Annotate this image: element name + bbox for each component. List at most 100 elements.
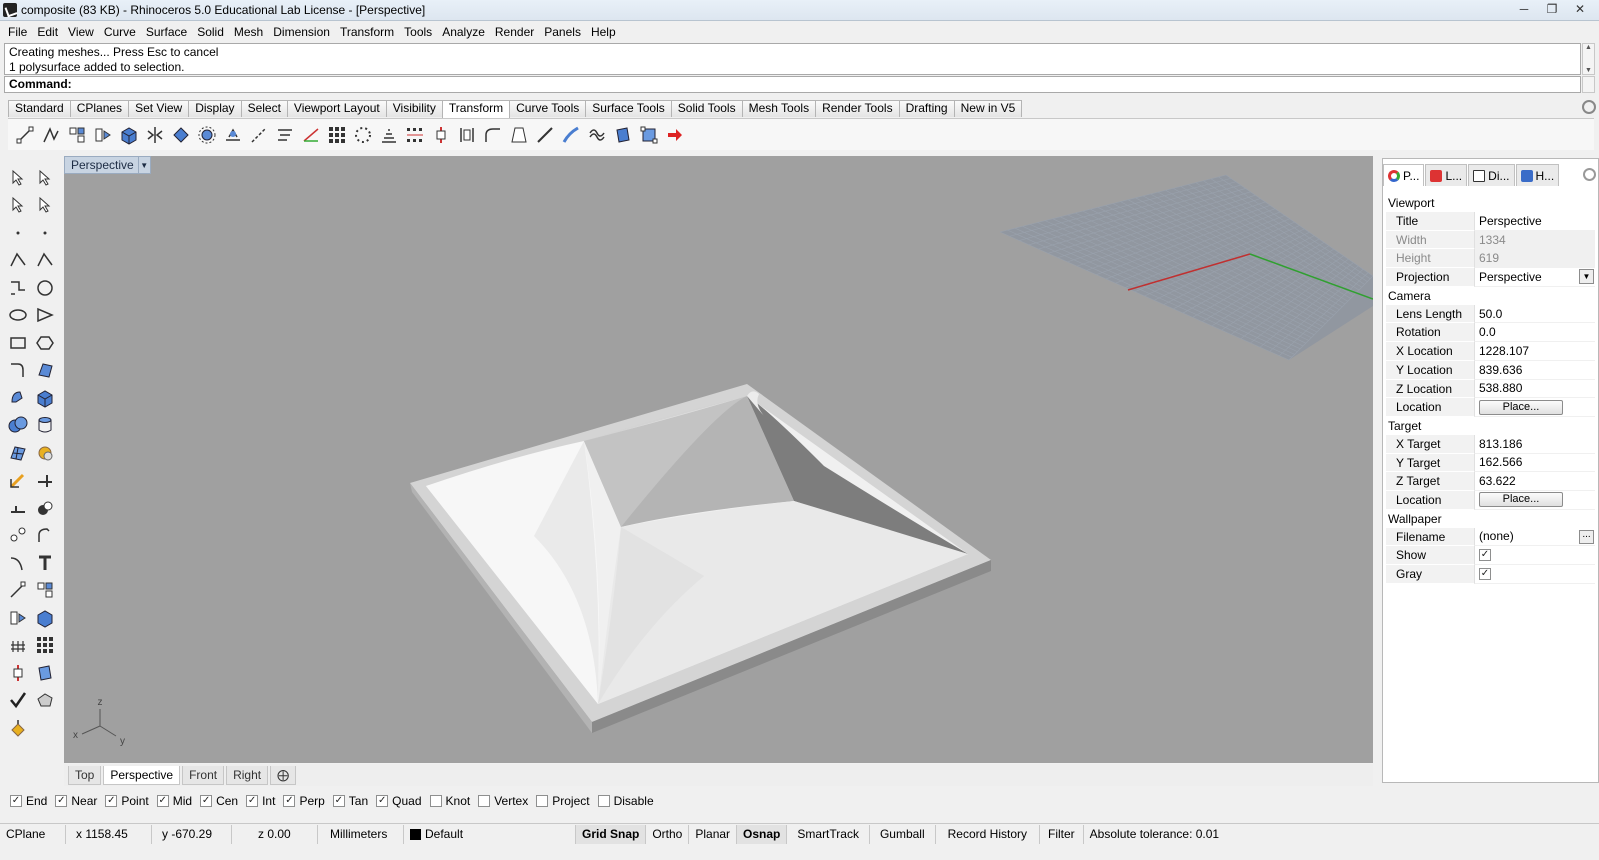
tab-mesh-tools[interactable]: Mesh Tools bbox=[741, 100, 817, 117]
menu-edit[interactable]: Edit bbox=[32, 25, 63, 39]
twist-icon[interactable] bbox=[246, 123, 272, 147]
osnap-end[interactable]: ✓ End bbox=[10, 794, 47, 808]
composite-polysurface[interactable] bbox=[410, 384, 991, 733]
osnap-checkbox[interactable]: ✓ bbox=[246, 795, 259, 807]
show-checkbox[interactable]: ✓ bbox=[1479, 549, 1491, 562]
rhino-app-icon[interactable] bbox=[3, 3, 17, 17]
splop-icon[interactable] bbox=[558, 123, 584, 147]
tab-cplanes[interactable]: CPlanes bbox=[69, 100, 130, 117]
ellipse-icon[interactable] bbox=[4, 302, 31, 330]
units-indicator[interactable]: Millimeters bbox=[318, 824, 404, 844]
tab-display[interactable]: Di... bbox=[1468, 164, 1515, 186]
title-field[interactable]: Perspective bbox=[1474, 212, 1595, 231]
viewport-tab-right[interactable]: Right bbox=[226, 765, 269, 785]
solid-edit-icon[interactable] bbox=[31, 687, 58, 715]
osnap-project[interactable]: Project bbox=[536, 794, 590, 808]
analyze-icon[interactable] bbox=[4, 522, 31, 550]
planar-toggle[interactable]: Planar bbox=[689, 824, 738, 844]
command-history-scrollbar[interactable]: ▲ ▼ bbox=[1582, 43, 1595, 75]
rotation-field[interactable]: 0.0 bbox=[1474, 323, 1595, 343]
y-target-field[interactable]: 162.566 bbox=[1474, 453, 1595, 473]
polyline-icon[interactable] bbox=[4, 247, 31, 275]
maximize-icon[interactable]: ❐ bbox=[1539, 0, 1565, 18]
rotate-tool-icon[interactable] bbox=[4, 604, 31, 632]
osnap-checkbox[interactable]: ✓ bbox=[156, 795, 169, 807]
taper-icon[interactable] bbox=[272, 123, 298, 147]
z-location-field[interactable]: 538.880 bbox=[1474, 379, 1595, 399]
osnap-perp[interactable]: ✓ Perp bbox=[283, 794, 325, 808]
select-window-icon[interactable] bbox=[4, 192, 31, 220]
select-crossing-icon[interactable] bbox=[31, 192, 58, 220]
menu-tools[interactable]: Tools bbox=[399, 25, 437, 39]
x-location-field[interactable]: 1228.107 bbox=[1474, 342, 1595, 361]
select-arrow-icon[interactable] bbox=[4, 164, 31, 192]
array-curve-icon[interactable] bbox=[376, 123, 402, 147]
osnap-toggle[interactable]: Osnap bbox=[737, 824, 788, 844]
tab-drafting[interactable]: Drafting bbox=[898, 100, 955, 117]
panel-gear-icon[interactable] bbox=[1583, 168, 1596, 181]
tab-new-in-v5[interactable]: New in V5 bbox=[953, 100, 1023, 117]
command-prompt-input[interactable]: Command: bbox=[4, 76, 1581, 93]
box-icon[interactable] bbox=[31, 384, 58, 412]
arc-icon[interactable] bbox=[31, 302, 58, 330]
tab-viewport-layout[interactable]: Viewport Layout bbox=[286, 100, 387, 117]
cylinder-icon[interactable] bbox=[31, 412, 58, 440]
osnap-checkbox[interactable] bbox=[597, 795, 610, 807]
tab-curve-tools[interactable]: Curve Tools bbox=[509, 100, 587, 117]
transform-icon[interactable] bbox=[31, 467, 58, 495]
osnap-int[interactable]: ✓ Int bbox=[246, 794, 275, 808]
smash-icon[interactable] bbox=[584, 123, 610, 147]
menu-help[interactable]: Help bbox=[586, 25, 621, 39]
move-icon[interactable] bbox=[12, 123, 38, 147]
menu-analyze[interactable]: Analyze bbox=[437, 25, 490, 39]
move-tool-icon[interactable] bbox=[4, 577, 31, 605]
ortho-toggle[interactable]: Ortho bbox=[646, 824, 690, 844]
bend-icon[interactable] bbox=[480, 123, 506, 147]
dimension-icon[interactable] bbox=[4, 467, 31, 495]
tab-surface-tools[interactable]: Surface Tools bbox=[585, 100, 672, 117]
osnap-checkbox[interactable] bbox=[536, 795, 549, 807]
chevron-down-icon[interactable]: ▼ bbox=[137, 157, 150, 173]
orient-icon[interactable] bbox=[168, 123, 194, 147]
command-line-scrollbar[interactable] bbox=[1582, 76, 1595, 93]
osnap-quad[interactable]: ✓ Quad bbox=[376, 794, 422, 808]
polygon-icon[interactable] bbox=[31, 329, 58, 357]
osnap-cen[interactable]: ✓ Cen bbox=[200, 794, 238, 808]
browse-button[interactable]: ... bbox=[1579, 529, 1594, 544]
viewport-tab-perspective[interactable]: Perspective bbox=[103, 765, 181, 785]
rectangular-array-icon[interactable] bbox=[324, 123, 350, 147]
osnap-mid[interactable]: ✓ Mid bbox=[156, 794, 192, 808]
lens-length-field[interactable]: 50.0 bbox=[1474, 304, 1595, 324]
taper-solid-icon[interactable] bbox=[506, 123, 532, 147]
x-target-field[interactable]: 813.186 bbox=[1474, 434, 1595, 454]
tab-render-tools[interactable]: Render Tools bbox=[815, 100, 900, 117]
toolbar-settings-gear-icon[interactable] bbox=[1582, 100, 1596, 114]
revolve-icon[interactable] bbox=[4, 384, 31, 412]
menu-surface[interactable]: Surface bbox=[141, 25, 192, 39]
menu-transform[interactable]: Transform bbox=[335, 25, 399, 39]
osnap-disable[interactable]: Disable bbox=[597, 794, 654, 808]
render-icon[interactable] bbox=[31, 439, 58, 467]
cage-tool-icon[interactable] bbox=[31, 659, 58, 687]
tab-layers[interactable]: L... bbox=[1425, 164, 1468, 186]
menu-render[interactable]: Render bbox=[490, 25, 539, 39]
gumball-icon[interactable] bbox=[636, 123, 662, 147]
smarttrack-toggle[interactable]: SmartTrack bbox=[787, 824, 870, 844]
surface-from-curves-icon[interactable] bbox=[31, 357, 58, 385]
cplane-indicator[interactable]: CPlane bbox=[0, 824, 66, 844]
filter-toggle[interactable]: Filter bbox=[1040, 824, 1084, 844]
tab-set-view[interactable]: Set View bbox=[128, 100, 190, 117]
menu-panels[interactable]: Panels bbox=[539, 25, 586, 39]
gumball-toggle[interactable]: Gumball bbox=[870, 824, 936, 844]
curve-tools-icon[interactable] bbox=[4, 274, 31, 302]
tab-help[interactable]: H... bbox=[1515, 164, 1560, 186]
osnap-checkbox[interactable] bbox=[429, 795, 442, 807]
osnap-checkbox[interactable]: ✓ bbox=[376, 795, 389, 807]
tab-transform[interactable]: Transform bbox=[441, 100, 511, 118]
layer-indicator[interactable]: Default bbox=[404, 824, 576, 844]
rotate-icon[interactable] bbox=[64, 123, 90, 147]
tab-solid-tools[interactable]: Solid Tools bbox=[670, 100, 743, 117]
rectangle-icon[interactable] bbox=[4, 329, 31, 357]
mirror-icon[interactable] bbox=[142, 123, 168, 147]
osnap-knot[interactable]: Knot bbox=[429, 794, 470, 808]
